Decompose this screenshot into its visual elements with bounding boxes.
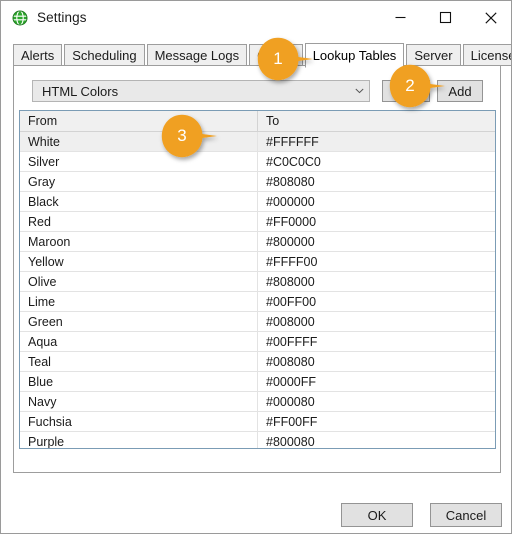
tab-strip: Alerts Scheduling Message Logs Global Lo… (13, 42, 512, 68)
table-row[interactable]: Lime #00FF00 (20, 292, 495, 312)
tab-label: Alerts (21, 47, 55, 63)
cancel-button[interactable]: Cancel (430, 503, 502, 527)
tab-label: Lookup Tables (312, 48, 397, 63)
lookup-table-select[interactable]: HTML Colors (32, 80, 370, 102)
table-row[interactable]: Purple #800080 (20, 432, 495, 449)
cell-to[interactable]: #000080 (258, 392, 495, 411)
cell-from[interactable]: Green (20, 312, 258, 331)
tab-label: Server (414, 47, 453, 63)
column-header-to[interactable]: To (258, 111, 495, 131)
close-button[interactable] (468, 1, 511, 34)
table-row[interactable]: Maroon #800000 (20, 232, 495, 252)
cell-from[interactable]: Lime (20, 292, 258, 311)
tab-message-logs[interactable]: Message Logs (146, 44, 248, 66)
cell-from[interactable]: Fuchsia (20, 412, 258, 431)
table-row[interactable]: Green #008000 (20, 312, 495, 332)
tab-server[interactable]: Server (406, 44, 461, 66)
cell-from[interactable]: Teal (20, 352, 258, 371)
table-row[interactable]: Black #000000 (20, 192, 495, 212)
tab-scheduling[interactable]: Scheduling (64, 44, 145, 66)
maximize-button[interactable] (423, 1, 468, 34)
tab-alerts[interactable]: Alerts (13, 44, 63, 66)
cell-from[interactable]: Red (20, 212, 258, 231)
tab-label: Scheduling (72, 47, 137, 63)
grid-body: White #FFFFFF Silver #C0C0C0 Gray #808080 Blac… (20, 132, 495, 449)
cell-from[interactable]: Maroon (20, 232, 258, 251)
cell-to[interactable]: #FFFFFF (258, 132, 495, 151)
lookup-table-select-value: HTML Colors (42, 83, 119, 99)
cell-to[interactable]: #808000 (258, 272, 495, 291)
table-row[interactable]: Yellow #FFFF00 (20, 252, 495, 272)
ok-button[interactable]: OK (341, 503, 413, 527)
cell-from[interactable]: Yellow (20, 252, 258, 271)
cell-to[interactable]: #00FFFF (258, 332, 495, 351)
cell-to[interactable]: #008000 (258, 312, 495, 331)
cell-to[interactable]: #800080 (258, 432, 495, 449)
cell-from[interactable]: White (20, 132, 258, 151)
secondary-action-button[interactable] (382, 80, 430, 102)
cell-from[interactable]: Gray (20, 172, 258, 191)
table-row[interactable]: Aqua #00FFFF (20, 332, 495, 352)
lookup-table-grid[interactable]: From To White #FFFFFF Silver #C0C0C0 Gray #80… (19, 110, 496, 449)
tab-lookup-tables[interactable]: Lookup Tables (304, 43, 405, 68)
add-button[interactable]: Add (437, 80, 483, 102)
table-row[interactable]: Gray #808080 (20, 172, 495, 192)
settings-window: Settings Alerts Scheduling Message Logs … (0, 0, 512, 534)
title-bar: Settings (1, 1, 511, 34)
cell-to[interactable]: #0000FF (258, 372, 495, 391)
cell-from[interactable]: Navy (20, 392, 258, 411)
cell-to[interactable]: #808080 (258, 172, 495, 191)
table-row[interactable]: Blue #0000FF (20, 372, 495, 392)
tab-global[interactable]: Global (249, 44, 303, 66)
cell-from[interactable]: Aqua (20, 332, 258, 351)
window-title: Settings (37, 10, 87, 25)
cell-to[interactable]: #008080 (258, 352, 495, 371)
lookup-tables-panel: HTML Colors Add From To White #FFFFFF Silv… (13, 65, 501, 473)
cell-from[interactable]: Silver (20, 152, 258, 171)
tab-license[interactable]: License (462, 44, 512, 66)
maximize-icon (439, 11, 452, 24)
table-row[interactable]: White #FFFFFF (20, 132, 495, 152)
minimize-button[interactable] (378, 1, 423, 34)
cell-from[interactable]: Black (20, 192, 258, 211)
cell-from[interactable]: Purple (20, 432, 258, 448)
green-globe-icon (12, 9, 28, 26)
cell-to[interactable]: #C0C0C0 (258, 152, 495, 171)
grid-header-row: From To (20, 111, 495, 132)
cell-to[interactable]: #FF0000 (258, 212, 495, 231)
cell-to[interactable]: #FFFF00 (258, 252, 495, 271)
table-row[interactable]: Silver #C0C0C0 (20, 152, 495, 172)
column-header-from[interactable]: From (20, 111, 258, 131)
cell-to[interactable]: #000000 (258, 192, 495, 211)
window-controls (378, 1, 511, 34)
table-row[interactable]: Navy #000080 (20, 392, 495, 412)
table-row[interactable]: Red #FF0000 (20, 212, 495, 232)
minimize-icon (395, 16, 406, 19)
tab-label: License (470, 47, 512, 63)
tab-label: Message Logs (154, 47, 240, 63)
close-icon (484, 11, 497, 24)
table-row[interactable]: Olive #808000 (20, 272, 495, 292)
tab-label: Global (257, 47, 295, 63)
cell-from[interactable]: Blue (20, 372, 258, 391)
cell-to[interactable]: #FF00FF (258, 412, 495, 431)
chevron-down-icon (349, 88, 369, 94)
table-row[interactable]: Fuchsia #FF00FF (20, 412, 495, 432)
cell-to[interactable]: #00FF00 (258, 292, 495, 311)
cell-to[interactable]: #800000 (258, 232, 495, 251)
table-row[interactable]: Teal #008080 (20, 352, 495, 372)
cell-from[interactable]: Olive (20, 272, 258, 291)
